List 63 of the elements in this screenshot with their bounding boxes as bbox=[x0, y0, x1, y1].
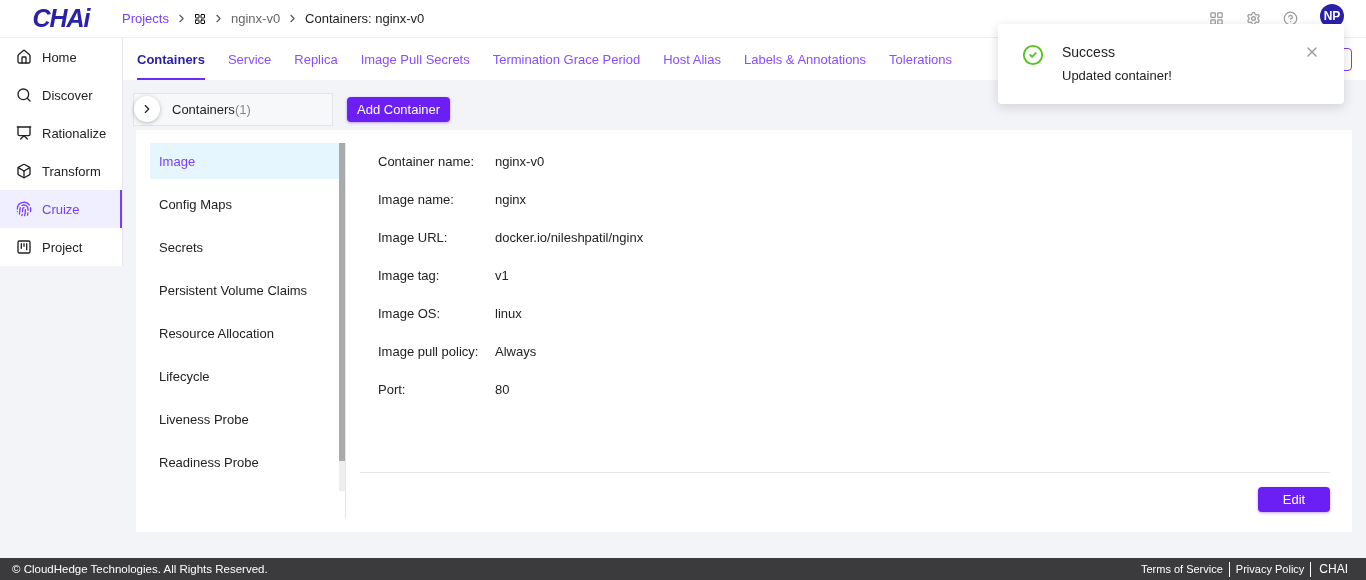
check-icon bbox=[1022, 44, 1044, 66]
section-item[interactable]: Persistent Volume Claims bbox=[150, 272, 339, 308]
scrollbar[interactable] bbox=[339, 143, 345, 491]
field-label: Port: bbox=[378, 382, 407, 397]
field-label: Image OS: bbox=[378, 306, 442, 321]
field-value: linux bbox=[495, 306, 522, 321]
edit-button[interactable]: Edit bbox=[1258, 487, 1330, 512]
expand-button[interactable] bbox=[134, 96, 160, 122]
sidebar-item[interactable]: Transform bbox=[0, 152, 122, 190]
tab[interactable]: Replica bbox=[294, 38, 338, 80]
search-icon bbox=[16, 87, 32, 103]
breadcrumb-item[interactable]: Projects bbox=[122, 11, 169, 26]
field-value: nginx bbox=[495, 192, 527, 207]
fingerprint-icon bbox=[16, 201, 32, 217]
field-value: docker.io/nileshpatil/nginx bbox=[495, 230, 644, 245]
tab[interactable]: Tolerations bbox=[889, 38, 952, 80]
sidebar-item[interactable]: Rationalize bbox=[0, 114, 122, 152]
section-item[interactable]: Secrets bbox=[150, 229, 339, 265]
grid-icon[interactable] bbox=[193, 12, 206, 25]
field-label: Container name: bbox=[378, 154, 476, 169]
tab[interactable]: Containers bbox=[137, 38, 205, 80]
home-icon bbox=[16, 49, 32, 65]
field-value: v1 bbox=[495, 268, 509, 283]
breadcrumb-item: Containers: nginx-v0 bbox=[305, 11, 425, 26]
toast-title: Success bbox=[1062, 44, 1116, 60]
section-item[interactable]: Lifecycle bbox=[150, 358, 339, 394]
sidebar-item[interactable]: Cruize bbox=[0, 190, 122, 228]
container-count: (1) bbox=[234, 101, 251, 117]
tab[interactable]: Image Pull Secrets bbox=[360, 38, 470, 80]
chai-logo: CHAi bbox=[31, 4, 92, 33]
selector-label: Containers(1) bbox=[172, 101, 251, 117]
sidebar-item[interactable]: Home bbox=[0, 38, 122, 76]
tab[interactable]: Labels & Annotations bbox=[743, 38, 867, 80]
tab[interactable]: Service bbox=[227, 38, 272, 80]
footer-link[interactable]: Privacy Policy bbox=[1228, 561, 1311, 577]
field-value: 80 bbox=[495, 382, 510, 397]
field-label: Image name: bbox=[378, 192, 455, 207]
help-icon[interactable] bbox=[1283, 11, 1298, 26]
footer-link[interactable]: CHAI bbox=[1310, 561, 1354, 577]
sidebar-item[interactable]: Discover bbox=[0, 76, 122, 114]
cube-icon bbox=[16, 163, 32, 179]
section-item[interactable]: Liveness Probe bbox=[150, 401, 339, 437]
field-label: Image tag: bbox=[378, 268, 441, 283]
section-item[interactable]: Image bbox=[150, 143, 339, 179]
section-item[interactable]: Readiness Probe bbox=[150, 444, 339, 480]
footer-link[interactable]: Terms of Service bbox=[1134, 561, 1229, 577]
breadcrumb-item[interactable]: nginx-v0 bbox=[230, 11, 281, 26]
section-item[interactable]: Resource Allocation bbox=[150, 315, 339, 351]
field-label: Image URL: bbox=[378, 230, 449, 245]
tab[interactable]: Termination Grace Period bbox=[492, 38, 641, 80]
copyright-text: © CloudHedge Technologies. All Rights Reserved. bbox=[12, 563, 269, 575]
chart-icon bbox=[16, 125, 32, 141]
add-container-button[interactable]: Add Container bbox=[347, 96, 451, 122]
board-icon bbox=[16, 239, 32, 255]
sidebar-item[interactable]: Project bbox=[0, 228, 122, 266]
field-value: Always bbox=[495, 344, 537, 359]
toast-message: Updated container! bbox=[1062, 68, 1173, 83]
container-selector[interactable]: Containers(1) bbox=[133, 92, 333, 126]
tab[interactable]: Host Alias bbox=[663, 38, 721, 80]
settings-icon[interactable] bbox=[1246, 11, 1261, 26]
field-label: Image pull policy: bbox=[378, 344, 480, 359]
field-value: nginx-v0 bbox=[495, 154, 545, 169]
section-item[interactable]: Config Maps bbox=[150, 186, 339, 222]
